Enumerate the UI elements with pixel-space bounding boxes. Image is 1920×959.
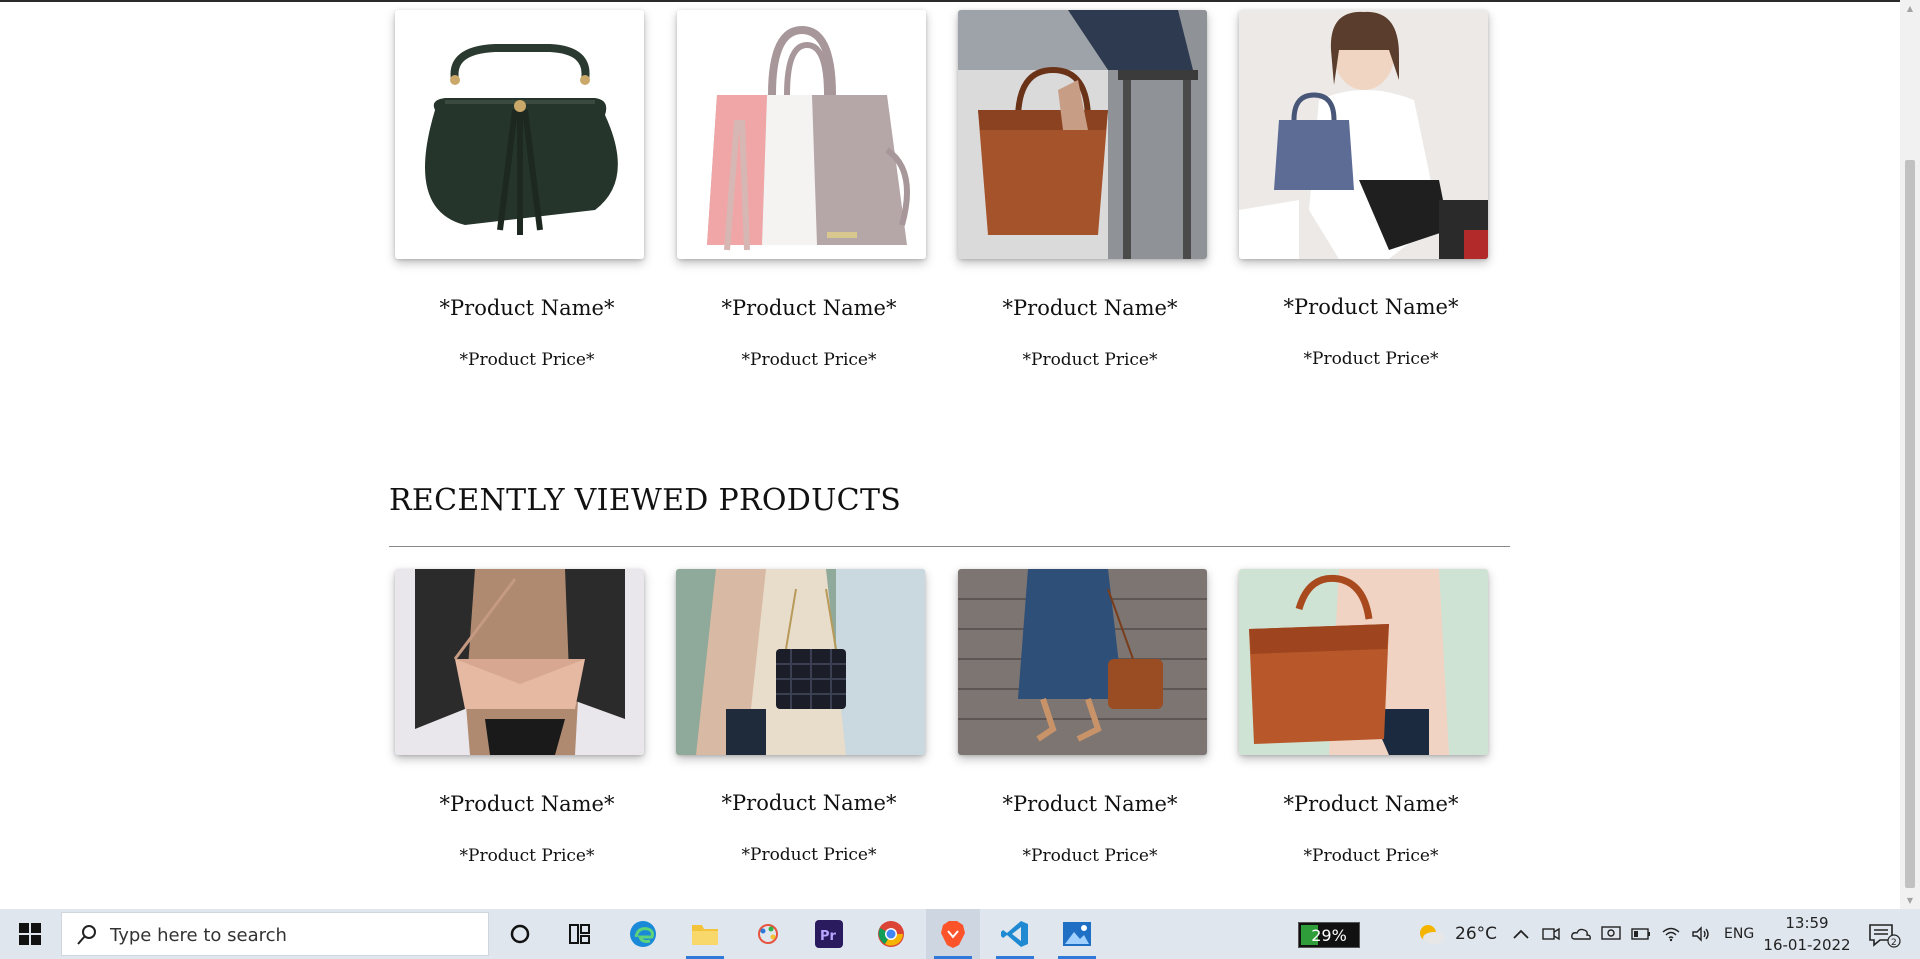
- search-icon: [77, 925, 96, 945]
- quilted-black-bag-image: [676, 569, 925, 755]
- file-explorer-icon[interactable]: [678, 909, 732, 959]
- vscode-icon[interactable]: [988, 909, 1042, 959]
- recent-product-price-1: *Product Price*: [459, 846, 595, 866]
- onedrive-icon[interactable]: [1570, 923, 1592, 945]
- recent-product-image-4[interactable]: [1239, 569, 1488, 755]
- green-bucket-bag-image: [395, 10, 644, 259]
- notification-center-icon[interactable]: 2: [1868, 922, 1902, 952]
- product-image-1[interactable]: [395, 10, 644, 259]
- search-placeholder: Type here to search: [110, 925, 287, 946]
- cortana-icon[interactable]: [493, 909, 547, 959]
- recent-product-price-4: *Product Price*: [1303, 846, 1439, 866]
- recent-product-name-3[interactable]: *Product Name*: [960, 792, 1220, 816]
- photos-icon[interactable]: [1050, 909, 1104, 959]
- taskbar-search-box[interactable]: Type here to search: [61, 912, 489, 956]
- product-image-4[interactable]: [1239, 10, 1488, 259]
- product-name-1[interactable]: *Product Name*: [397, 296, 657, 320]
- page-content: *Product Name* *Product Name* *Product N…: [0, 0, 1900, 909]
- meet-now-icon[interactable]: [1540, 923, 1562, 945]
- premiere-pro-icon[interactable]: Pr: [802, 909, 856, 959]
- display-settings-icon[interactable]: [1600, 923, 1622, 945]
- clock-date: 16-01-2022: [1763, 936, 1851, 954]
- volume-icon[interactable]: [1690, 923, 1712, 945]
- svg-text:Pr: Pr: [820, 929, 837, 944]
- product-name-4[interactable]: *Product Name*: [1241, 295, 1501, 319]
- recent-product-name-4[interactable]: *Product Name*: [1241, 792, 1501, 816]
- recent-product-price-2: *Product Price*: [741, 845, 877, 865]
- recent-product-image-2[interactable]: [676, 569, 925, 755]
- section-divider: [389, 546, 1510, 547]
- product-price-1: *Product Price*: [459, 350, 595, 370]
- chrome-icon[interactable]: [864, 909, 918, 959]
- beige-crossbody-image: [395, 569, 644, 755]
- brown-leather-tote-image: [958, 10, 1207, 259]
- battery-tray-icon[interactable]: [1630, 923, 1652, 945]
- cognac-handbag-street-image: [958, 569, 1207, 755]
- product-image-2[interactable]: [677, 10, 926, 259]
- scroll-up-arrow-icon[interactable]: ▲: [1900, 0, 1920, 17]
- product-name-3[interactable]: *Product Name*: [960, 296, 1220, 320]
- battery-indicator[interactable]: 29%: [1298, 922, 1360, 948]
- product-price-3: *Product Price*: [1022, 350, 1158, 370]
- recent-product-image-3[interactable]: [958, 569, 1207, 755]
- weather-icon[interactable]: [1416, 921, 1446, 951]
- scrollbar-thumb[interactable]: [1905, 160, 1915, 888]
- recent-product-price-3: *Product Price*: [1022, 846, 1158, 866]
- edge-icon[interactable]: [616, 909, 670, 959]
- windows-taskbar: Type here to search Pr 29% 26°C ENG 13:5…: [0, 909, 1920, 959]
- vertical-scrollbar[interactable]: ▲ ▼: [1900, 0, 1920, 909]
- battery-percent: 29%: [1311, 925, 1347, 945]
- model-with-blue-bag-image: [1239, 10, 1488, 259]
- task-view-icon[interactable]: [553, 909, 607, 959]
- orange-shoulder-bag-image: [1239, 569, 1488, 755]
- product-name-2[interactable]: *Product Name*: [679, 296, 939, 320]
- windows-logo-icon: [19, 923, 41, 945]
- temperature[interactable]: 26°C: [1455, 924, 1497, 944]
- clock-time: 13:59: [1785, 914, 1829, 932]
- scroll-down-arrow-icon[interactable]: ▼: [1900, 892, 1920, 909]
- recent-product-image-1[interactable]: [395, 569, 644, 755]
- paint-icon[interactable]: [741, 909, 795, 959]
- start-button[interactable]: [0, 909, 60, 959]
- recent-product-name-2[interactable]: *Product Name*: [679, 791, 939, 815]
- notification-count: 2: [1891, 938, 1897, 948]
- show-hidden-icons-chevron-icon[interactable]: [1510, 923, 1532, 945]
- wifi-icon[interactable]: [1660, 923, 1682, 945]
- input-language[interactable]: ENG: [1724, 926, 1754, 942]
- brave-icon[interactable]: [926, 909, 980, 959]
- recently-viewed-heading: RECENTLY VIEWED PRODUCTS: [389, 483, 902, 518]
- product-price-2: *Product Price*: [741, 350, 877, 370]
- product-image-3[interactable]: [958, 10, 1207, 259]
- product-price-4: *Product Price*: [1303, 349, 1439, 369]
- recent-product-name-1[interactable]: *Product Name*: [397, 792, 657, 816]
- pink-white-tote-image: [677, 10, 926, 259]
- system-clock[interactable]: 13:59 16-01-2022: [1762, 914, 1852, 954]
